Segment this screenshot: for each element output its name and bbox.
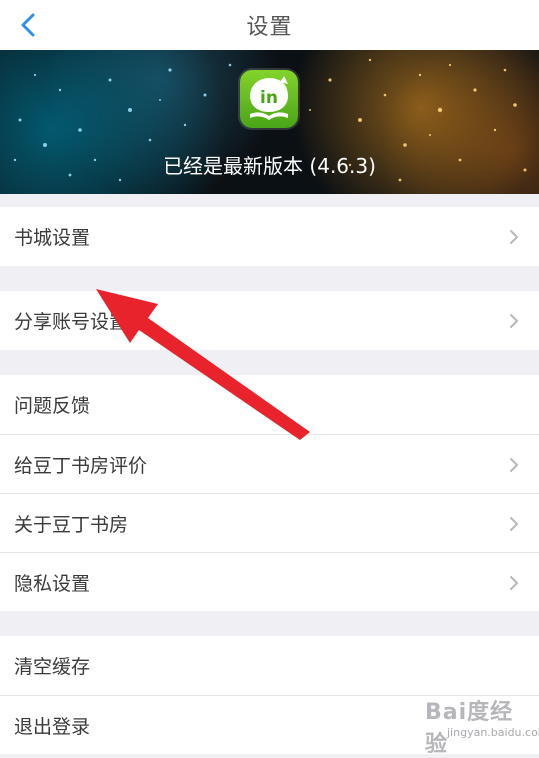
row-share-account-settings[interactable]: 分享账号设置: [0, 291, 539, 350]
chevron-right-icon: [510, 230, 518, 244]
watermark: Bai度经验 jingyan.baidu.com: [425, 690, 539, 757]
row-label: 清空缓存: [14, 656, 91, 678]
settings-group-about: 问题反馈 给豆丁书房评价 关于豆丁书房 隐私设置: [0, 375, 539, 611]
back-button[interactable]: [8, 0, 48, 50]
version-banner: in 已经是最新版本 (4.6.3): [0, 50, 539, 194]
chevron-left-icon: [21, 13, 35, 37]
chevron-right-icon: [510, 458, 518, 472]
row-about-app[interactable]: 关于豆丁书房: [0, 493, 539, 552]
row-label: 书城设置: [14, 227, 91, 249]
row-rate-app[interactable]: 给豆丁书房评价: [0, 434, 539, 493]
page-title: 设置: [246, 15, 293, 40]
row-label: 隐私设置: [14, 572, 91, 595]
row-privacy-settings[interactable]: 隐私设置: [0, 552, 539, 611]
settings-group-store: 书城设置: [0, 207, 539, 266]
row-label: 问题反馈: [14, 395, 91, 417]
chevron-right-icon: [510, 517, 518, 531]
watermark-sub-text: jingyan.baidu.com: [447, 726, 539, 739]
svg-text:in: in: [260, 88, 278, 108]
version-status-text: 已经是最新版本 (4.6.3): [163, 154, 376, 178]
row-label: 退出登录: [14, 715, 91, 738]
chevron-right-icon: [510, 576, 518, 590]
row-label: 给豆丁书房评价: [14, 454, 148, 477]
chevron-right-icon: [510, 314, 518, 328]
row-clear-cache[interactable]: 清空缓存: [0, 636, 539, 695]
row-label: 分享账号设置: [14, 311, 129, 333]
app-logo-graphic: in: [250, 76, 288, 120]
row-feedback[interactable]: 问题反馈: [0, 375, 539, 434]
row-bookstore-settings[interactable]: 书城设置: [0, 207, 539, 266]
navigation-bar: 设置: [0, 0, 539, 51]
row-label: 关于豆丁书房: [14, 513, 129, 536]
app-logo-icon: in: [240, 70, 298, 128]
settings-group-share: 分享账号设置: [0, 291, 539, 350]
